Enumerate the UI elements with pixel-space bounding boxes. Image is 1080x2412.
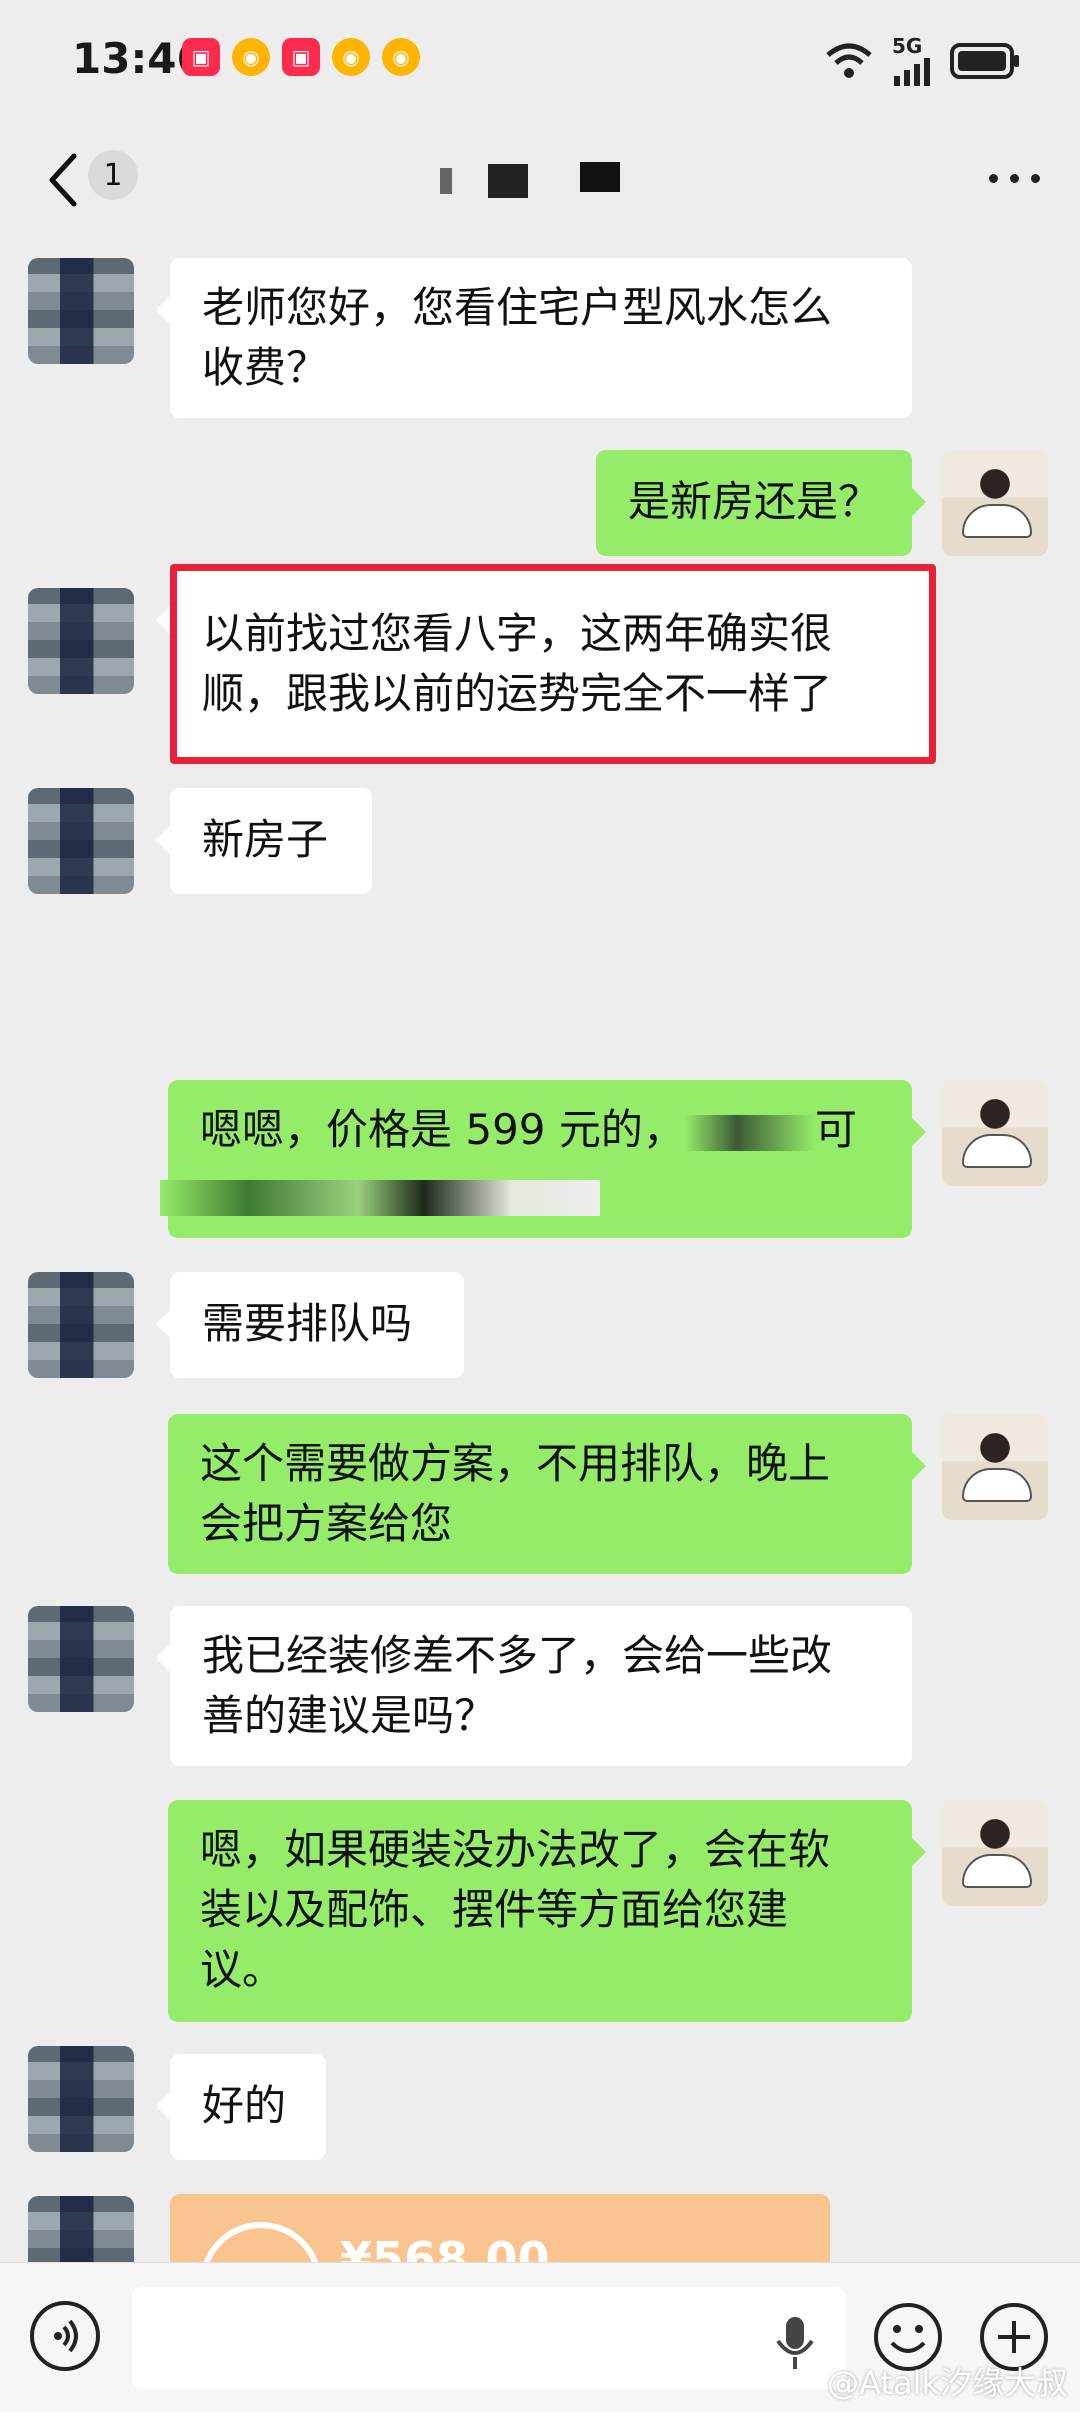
- message-input[interactable]: [132, 2287, 846, 2389]
- message-bubble[interactable]: 嗯，如果硬装没办法改了，会在软 装以及配饰、摆件等方面给您建 议。: [168, 1800, 926, 2022]
- signal-icon: [894, 58, 930, 86]
- notification-icons: ▣ ◉ ▣ ◉ ◉: [182, 38, 420, 76]
- status-bar: 13:46 ▣ ◉ ▣ ◉ ◉ 5G: [0, 0, 1080, 120]
- customer-avatar[interactable]: [28, 2046, 134, 2152]
- voice-icon[interactable]: [30, 2301, 100, 2371]
- message-bubble[interactable]: 老师您好，您看住宅户型风水怎么 收费？: [156, 258, 912, 418]
- xiaohongshu-icon: ▣: [182, 38, 220, 76]
- message-bubble[interactable]: 是新房还是？: [596, 450, 926, 556]
- weibo-icon: ◉: [382, 38, 420, 76]
- customer-avatar[interactable]: [28, 588, 134, 694]
- weibo-icon: ◉: [332, 38, 370, 76]
- back-icon[interactable]: [40, 150, 90, 210]
- customer-avatar[interactable]: [28, 1272, 134, 1378]
- redacted-strip: [160, 1180, 600, 1216]
- message-text: 嗯嗯，价格是 599 元的，可: [200, 1105, 857, 1154]
- customer-avatar[interactable]: [28, 1606, 134, 1712]
- customer-avatar[interactable]: [28, 258, 134, 364]
- customer-avatar[interactable]: [28, 788, 134, 894]
- message-bubble[interactable]: 这个需要做方案，不用排队，晚上 会把方案给您: [168, 1414, 926, 1574]
- battery-icon: [950, 43, 1019, 79]
- weibo-icon: ◉: [232, 38, 270, 76]
- teacher-avatar[interactable]: [942, 1800, 1048, 1906]
- system-status: 5G: [824, 36, 1020, 86]
- teacher-avatar[interactable]: [942, 1414, 1048, 1520]
- more-icon[interactable]: [989, 174, 1040, 183]
- message-bubble[interactable]: 我已经装修差不多了，会给一些改 善的建议是吗？: [156, 1606, 912, 1766]
- chat-screen: 13:46 ▣ ◉ ▣ ◉ ◉ 5G 1 老师您好，您看住宅户型风水怎么 收费？…: [0, 0, 1080, 2412]
- wifi-icon: [826, 43, 872, 78]
- contact-name-redacted: [440, 156, 630, 206]
- message-bubble[interactable]: 好的: [156, 2054, 326, 2160]
- highlight-frame: [170, 564, 936, 764]
- message-bubble[interactable]: 需要排队吗: [156, 1272, 464, 1378]
- message-bubble[interactable]: 新房子: [156, 788, 372, 894]
- unread-count-badge: 1: [88, 150, 138, 200]
- mic-icon[interactable]: [770, 2313, 820, 2373]
- teacher-avatar[interactable]: [942, 1080, 1048, 1186]
- watermark: @Atalk汐缘大叔: [827, 2364, 1068, 2402]
- chat-header: 1: [0, 120, 1080, 240]
- xiaohongshu-icon: ▣: [282, 38, 320, 76]
- teacher-avatar[interactable]: [942, 450, 1048, 556]
- network-label: 5G: [892, 36, 932, 86]
